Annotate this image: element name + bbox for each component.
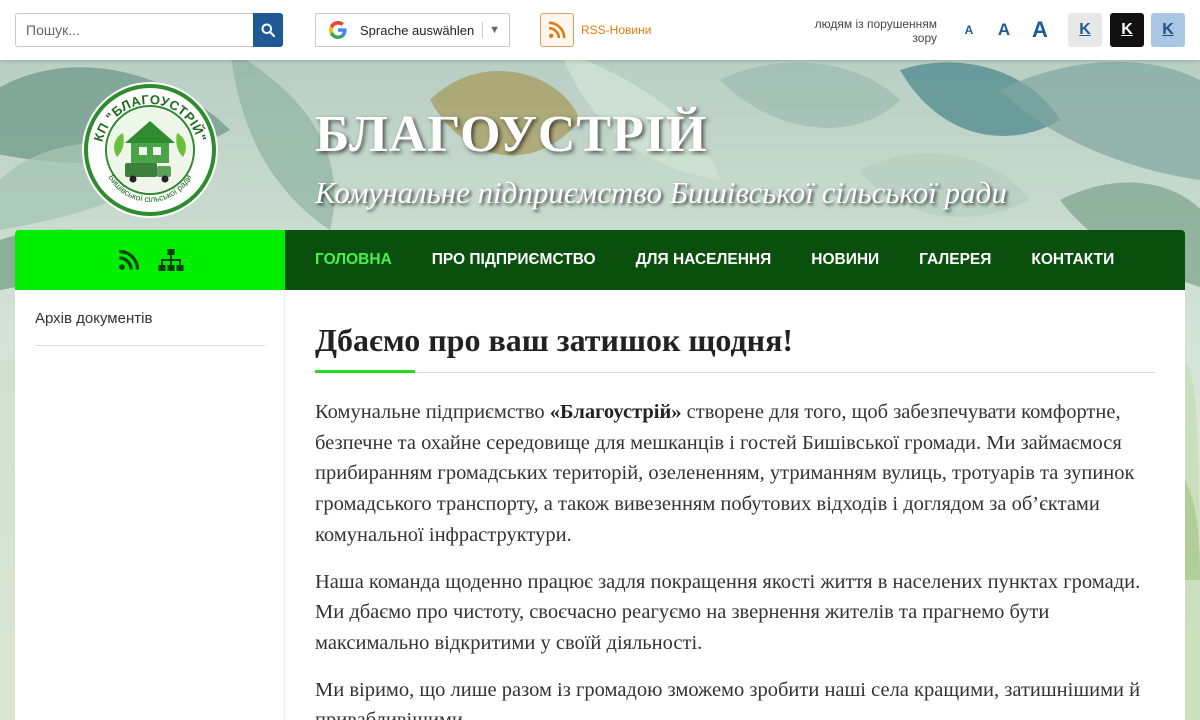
main-content: Дбаємо про ваш затишок щодня! Комунальне… [285, 290, 1185, 720]
title-divider [315, 370, 1155, 373]
font-size-large-button[interactable]: A [1029, 14, 1051, 46]
rss-icon [548, 21, 566, 39]
sidebar: Архів документів [15, 290, 285, 720]
nav-item-about[interactable]: ПРО ПІДПРИЄМСТВО [432, 251, 596, 269]
font-size-medium-button[interactable]: A [993, 14, 1015, 46]
title-accent-bar [315, 370, 415, 373]
top-utility-bar: Sprache auswählen ▼ RSS-Новини людям із … [0, 0, 1200, 60]
nav-item-home[interactable]: ГОЛОВНА [315, 251, 392, 269]
font-size-small-button[interactable]: A [960, 14, 978, 46]
search-form [15, 13, 283, 47]
rss-news-label: RSS-Новини [581, 23, 652, 37]
page-title: Дбаємо про ваш затишок щодня! [315, 322, 794, 358]
search-input[interactable] [15, 13, 253, 47]
google-g-icon [329, 21, 347, 39]
site-subtitle: Комунальне підприємство Бишівської сільс… [315, 175, 1007, 210]
contrast-normal-button[interactable]: K [1068, 13, 1102, 47]
language-select[interactable]: Sprache auswählen ▼ [315, 13, 510, 47]
contrast-dark-button[interactable]: K [1110, 13, 1144, 47]
nav-item-residents[interactable]: ДЛЯ НАСЕЛЕННЯ [636, 251, 772, 269]
nav-item-news[interactable]: НОВИНИ [811, 251, 879, 269]
community-paragraph: Ми віримо, що лише разом із громадою змо… [315, 678, 1141, 720]
nav-item-contacts[interactable]: КОНТАКТИ [1031, 251, 1114, 269]
accessibility-label: людям із порушенням зору [814, 17, 937, 45]
contrast-blue-button[interactable]: K [1151, 13, 1185, 47]
main-navigation: ГОЛОВНА ПРО ПІДПРИЄМСТВО ДЛЯ НАСЕЛЕННЯ Н… [285, 230, 1185, 290]
sidebar-item-documents-archive[interactable]: Архів документів [35, 310, 265, 346]
intro-text-start: Комунальне підприємство [315, 401, 550, 423]
nav-icon-bar [15, 230, 285, 290]
company-name-bold: «Благоустрій» [549, 401, 682, 423]
select-divider [482, 22, 484, 38]
company-logo: КП "БЛАГОУСТРІЙ" Бишівської сільської ра… [82, 82, 218, 218]
rss-news-link[interactable]: RSS-Новини [540, 13, 651, 47]
site-title: БЛАГОУСТРІЙ [315, 106, 708, 163]
rss-feed-button[interactable] [115, 246, 143, 274]
chevron-down-icon: ▼ [489, 24, 500, 36]
sitemap-icon [158, 249, 184, 271]
nav-item-gallery[interactable]: ГАЛЕРЕЯ [919, 251, 991, 269]
rss-icon-box [540, 13, 574, 47]
search-icon [261, 23, 275, 37]
language-select-label: Sprache auswählen [360, 22, 475, 38]
sitemap-button[interactable] [157, 246, 185, 274]
intro-paragraph: Комунальне підприємство «Благоустрій» ст… [315, 397, 1155, 551]
rss-icon [119, 249, 140, 270]
search-button[interactable] [253, 13, 283, 47]
team-paragraph: Наша команда щоденно працює задля покращ… [315, 570, 1141, 654]
